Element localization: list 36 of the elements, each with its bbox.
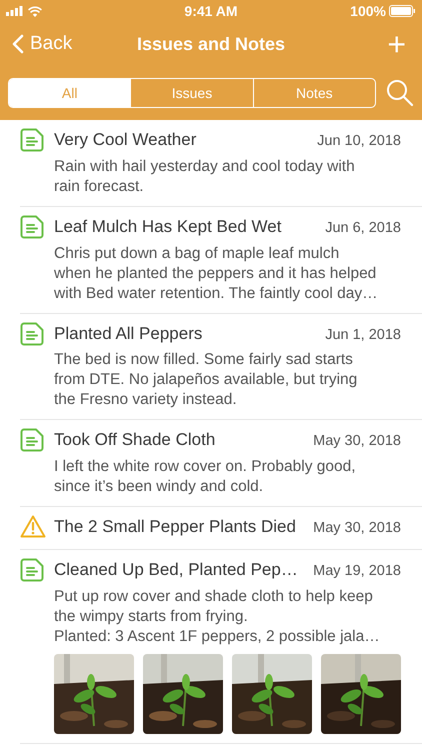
entry-date: Jun 6, 2018 bbox=[325, 218, 401, 238]
entry-row[interactable]: Took Off Shade Cloth May 30, 2018 I left the white row cover on. Probably good, since it’s been windy and cold. bbox=[0, 420, 422, 507]
note-icon bbox=[20, 214, 44, 239]
status-time: 9:41 AM bbox=[184, 2, 238, 20]
entry-row[interactable]: Planted All Peppers Jun 1, 2018 The bed is now filled. Some fairly sad starts from DTE. No jalapeños available, but trying the Fresno variety instead. bbox=[0, 314, 422, 420]
entry-date: May 19, 2018 bbox=[313, 562, 401, 581]
wifi-icon bbox=[28, 6, 42, 16]
signal-icon bbox=[6, 6, 24, 16]
battery-percent: 100% bbox=[350, 2, 386, 20]
entry-text: Rain with hail yesterday and cool today with rain forecast. bbox=[54, 156, 356, 197]
entry-date: May 30, 2018 bbox=[313, 519, 401, 538]
entry-title: Very Cool Weather bbox=[54, 129, 196, 151]
entry-text: Chris put down a bag of maple leaf mulch when he planted the peppers and it has helped with Bed water retention. The faintly cool day… bbox=[54, 244, 379, 304]
entry-row[interactable]: Cleaned Up Bed, Planted Pep… May 19, 2018 Put up row cover and shade cloth to help keep the wimpy starts from frying. Planted: 3 Ascent 1F peppers, 2 possible jala… bbox=[0, 550, 422, 744]
warning-icon bbox=[20, 515, 46, 538]
note-icon bbox=[20, 428, 44, 452]
entry-title: Leaf Mulch Has Kept Bed Wet bbox=[54, 216, 282, 238]
entry-row[interactable]: Leaf Mulch Has Kept Bed Wet Jun 6, 2018 Chris put down a bag of maple leaf mulch when he planted the peppers and it has helped with Bed water retention. The faintly cool day… bbox=[0, 206, 422, 314]
note-icon bbox=[20, 128, 44, 152]
battery-icon bbox=[388, 5, 416, 17]
entry-title: Planted All Peppers bbox=[54, 322, 202, 344]
note-icon bbox=[20, 558, 44, 582]
chevron-left-icon bbox=[12, 34, 24, 54]
note-icon bbox=[20, 322, 44, 346]
entry-text: I left the white row cover on. Probably good, since it’s been windy and cold. bbox=[54, 457, 357, 497]
entry-row[interactable]: The 2 Small Pepper Plants Died May 30, 2018 bbox=[0, 507, 422, 550]
entry-text: The bed is now filled. Some fairly sad starts from DTE. No jalapeños available, but trying the Fresno variety instead. bbox=[54, 350, 358, 410]
entry-row[interactable]: Very Cool Weather Jun 10, 2018 Rain with hail yesterday and cool today with rain forecast. bbox=[0, 120, 422, 207]
entry-title: Took Off Shade Cloth bbox=[54, 429, 216, 452]
entry-date: Jun 10, 2018 bbox=[317, 132, 401, 151]
entry-title: The 2 Small Pepper Plants Died bbox=[54, 516, 296, 538]
screen-title: Issues and Notes bbox=[136, 32, 286, 56]
entry-text: Put up row cover and shade cloth to help keep the wimpy starts from frying. Planted: 3 Ascent 1F peppers, 2 possible jala… bbox=[54, 586, 381, 646]
entry-title: Cleaned Up Bed, Planted Pep… bbox=[54, 558, 298, 581]
entry-date: May 30, 2018 bbox=[313, 432, 401, 452]
entry-date: Jun 1, 2018 bbox=[325, 326, 401, 344]
